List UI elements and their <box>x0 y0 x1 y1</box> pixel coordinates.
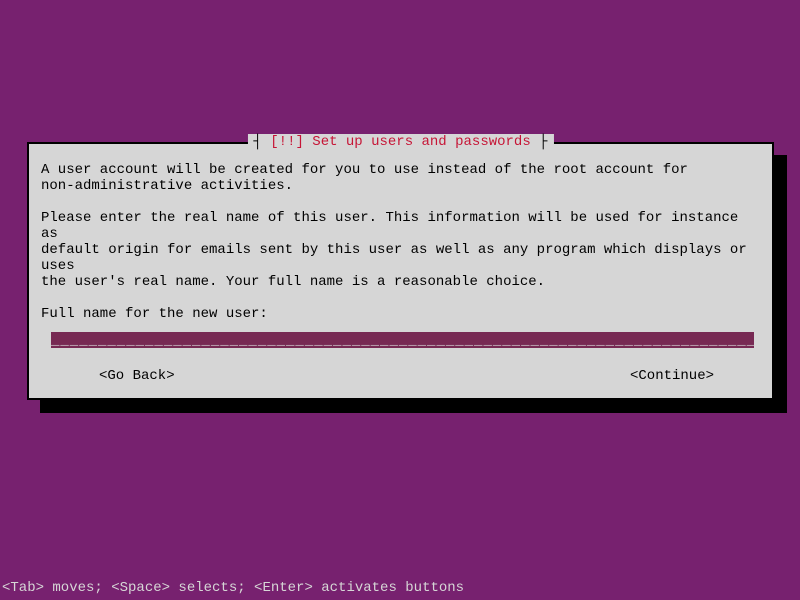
button-row: <Go Back> <Continue> <box>29 368 772 384</box>
title-bracket-right: ├ <box>539 134 547 150</box>
dialog-title: ┤ [!!] Set up users and passwords ├ <box>247 134 553 150</box>
title-marker: [!!] <box>270 134 304 150</box>
input-underline: ________________________________________… <box>51 333 754 348</box>
full-name-input[interactable]: ________________________________________… <box>51 332 754 348</box>
footer-help-text: <Tab> moves; <Space> selects; <Enter> ac… <box>2 580 464 596</box>
dialog-content: A user account will be created for you t… <box>29 144 772 348</box>
title-bracket-left: ┤ <box>253 134 261 150</box>
full-name-prompt: Full name for the new user: <box>41 306 760 322</box>
instruction-para-2: Please enter the real name of this user.… <box>41 210 760 290</box>
continue-button[interactable]: <Continue> <box>630 368 714 384</box>
title-text: Set up users and passwords <box>312 134 530 150</box>
instruction-para-1: A user account will be created for you t… <box>41 162 760 194</box>
go-back-button[interactable]: <Go Back> <box>99 368 175 384</box>
dialog-box: ┤ [!!] Set up users and passwords ├ A us… <box>27 142 774 400</box>
